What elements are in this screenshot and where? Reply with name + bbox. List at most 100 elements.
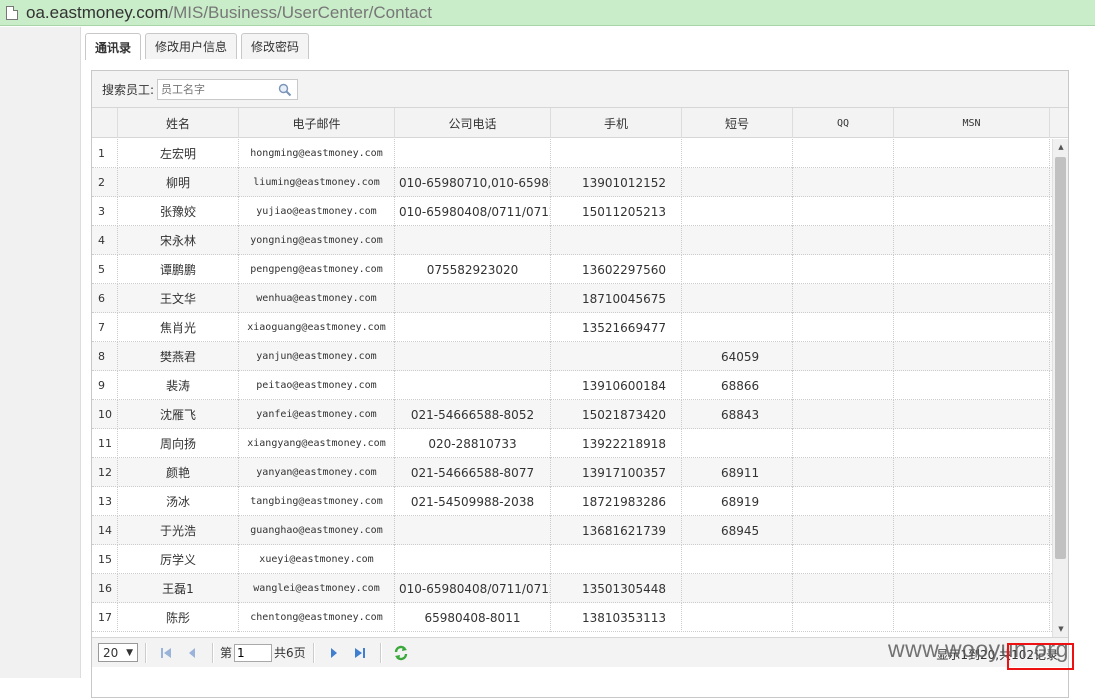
table-row[interactable]: 5 谭鹏鹏 pengpeng@eastmoney.com 075582923020 13… [92, 255, 1052, 284]
cell-mobile: 13521669477 [551, 313, 682, 342]
table-row[interactable]: 2 柳明 liuming@eastmoney.com 010-65980710,010… [92, 168, 1052, 197]
table-row[interactable]: 11 周向扬 xiangyang@eastmoney.com 020-28810733… [92, 429, 1052, 458]
cell-email: yanfei@eastmoney.com [239, 400, 395, 429]
content-frame: 通讯录 修改用户信息 修改密码 搜索员工: 姓名 电子邮件 公司电话 手机 短号… [80, 27, 1095, 698]
table-row[interactable]: 6 王文华 wenhua@eastmoney.com 18710045675 [92, 284, 1052, 313]
search-toolbar: 搜索员工: [92, 71, 1068, 108]
header-office-phone[interactable]: 公司电话 [395, 108, 551, 138]
cell-qq [793, 197, 894, 226]
cell-mobile [551, 342, 682, 371]
cell-name: 谭鹏鹏 [118, 255, 239, 284]
cell-name: 焦肖光 [118, 313, 239, 342]
chevron-down-icon: ▼ [126, 647, 133, 658]
cell-office-phone [395, 545, 551, 574]
row-number: 8 [92, 342, 118, 371]
cell-name: 王文华 [118, 284, 239, 313]
cell-short-number: 68945 [682, 516, 793, 545]
table-row[interactable]: 1 左宏明 hongming@eastmoney.com [92, 139, 1052, 168]
page-icon [6, 5, 18, 20]
table-row[interactable]: 9 裴涛 peitao@eastmoney.com 13910600184 68866 [92, 371, 1052, 400]
cell-mobile [551, 139, 682, 168]
next-page-icon[interactable] [326, 645, 342, 661]
page-number-input[interactable] [234, 643, 273, 662]
cell-name: 左宏明 [118, 139, 239, 168]
table-row[interactable]: 7 焦肖光 xiaoguang@eastmoney.com 13521669477 [92, 313, 1052, 342]
cell-short-number [682, 545, 793, 574]
cell-msn [894, 226, 1050, 255]
cell-short-number [682, 255, 793, 284]
cell-office-phone [395, 371, 551, 400]
cell-mobile: 18721983286 [551, 487, 682, 516]
cell-msn [894, 603, 1050, 632]
tab-contacts[interactable]: 通讯录 [85, 33, 142, 60]
cell-name: 柳明 [118, 168, 239, 197]
table-row[interactable]: 13 汤冰 tangbing@eastmoney.com 021-54509988-2… [92, 487, 1052, 516]
row-number: 2 [92, 168, 118, 197]
cell-short-number [682, 313, 793, 342]
cell-office-phone: 021-54666588-8077 [395, 458, 551, 487]
header-msn[interactable]: MSN [894, 108, 1050, 138]
cell-msn [894, 574, 1050, 603]
first-page-icon[interactable] [158, 645, 174, 661]
table-row[interactable]: 17 陈彤 chentong@eastmoney.com 65980408-8011 1… [92, 603, 1052, 632]
search-box[interactable] [157, 78, 299, 100]
address-bar[interactable]: oa.eastmoney.com/MIS/Business/UserCenter… [0, 0, 1095, 26]
cell-msn [894, 255, 1050, 284]
table-row[interactable]: 10 沈雁飞 yanfei@eastmoney.com 021-54666588-80… [92, 400, 1052, 429]
cell-qq [793, 255, 894, 284]
prev-page-icon[interactable] [184, 645, 200, 661]
page-prefix-label: 第 [220, 646, 233, 660]
cell-msn [894, 313, 1050, 342]
search-icon[interactable] [278, 83, 292, 97]
cell-qq [793, 603, 894, 632]
cell-email: yanyan@eastmoney.com [239, 458, 395, 487]
table-row[interactable]: 14 于光浩 guanghao@eastmoney.com 13681621739 68… [92, 516, 1052, 545]
header-email[interactable]: 电子邮件 [239, 108, 395, 138]
header-mobile[interactable]: 手机 [551, 108, 682, 138]
cell-email: wenhua@eastmoney.com [239, 284, 395, 313]
cell-qq [793, 168, 894, 197]
tab-change-password[interactable]: 修改密码 [241, 33, 310, 59]
cell-short-number [682, 197, 793, 226]
row-number: 4 [92, 226, 118, 255]
header-qq[interactable]: QQ [793, 108, 894, 138]
cell-qq [793, 574, 894, 603]
cell-office-phone: 021-54509988-2038 [395, 487, 551, 516]
cell-msn [894, 197, 1050, 226]
scroll-up-icon[interactable]: ▲ [1053, 139, 1069, 155]
cell-short-number: 68843 [682, 400, 793, 429]
vertical-scrollbar[interactable]: ▲ ▼ [1052, 139, 1068, 637]
cell-office-phone [395, 139, 551, 168]
cell-name: 周向扬 [118, 429, 239, 458]
refresh-icon[interactable] [393, 645, 409, 661]
tab-edit-user-info[interactable]: 修改用户信息 [145, 33, 238, 59]
cell-short-number [682, 574, 793, 603]
cell-qq [793, 313, 894, 342]
cell-mobile [551, 226, 682, 255]
table-row[interactable]: 8 樊燕君 yanjun@eastmoney.com 64059 [92, 342, 1052, 371]
table-row[interactable]: 3 张豫姣 yujiao@eastmoney.com 010-65980408/071… [92, 197, 1052, 226]
table-row[interactable]: 15 厉学义 xueyi@eastmoney.com [92, 545, 1052, 574]
cell-short-number [682, 603, 793, 632]
cell-office-phone: 010-65980710,010-65980408, [395, 168, 551, 197]
search-input[interactable] [158, 79, 277, 99]
url-text[interactable]: oa.eastmoney.com/MIS/Business/UserCenter… [26, 3, 432, 23]
header-short-number[interactable]: 短号 [682, 108, 793, 138]
last-page-icon[interactable] [352, 645, 368, 661]
cell-name: 陈彤 [118, 603, 239, 632]
pager-divider [379, 642, 381, 663]
cell-msn [894, 342, 1050, 371]
table-row[interactable]: 12 颜艳 yanyan@eastmoney.com 021-54666588-807… [92, 458, 1052, 487]
cell-short-number [682, 284, 793, 313]
cell-email: tangbing@eastmoney.com [239, 487, 395, 516]
table-row[interactable]: 4 宋永林 yongning@eastmoney.com [92, 226, 1052, 255]
cell-office-phone [395, 284, 551, 313]
page-size-select[interactable]: 20 ▼ [98, 643, 138, 662]
scroll-thumb[interactable] [1055, 157, 1066, 559]
table-row[interactable]: 16 王磊1 wanglei@eastmoney.com 010-65980408/0… [92, 574, 1052, 603]
header-name[interactable]: 姓名 [118, 108, 239, 138]
scroll-down-icon[interactable]: ▼ [1053, 621, 1069, 637]
row-number: 10 [92, 400, 118, 429]
header-rownum [92, 108, 118, 138]
cell-qq [793, 226, 894, 255]
